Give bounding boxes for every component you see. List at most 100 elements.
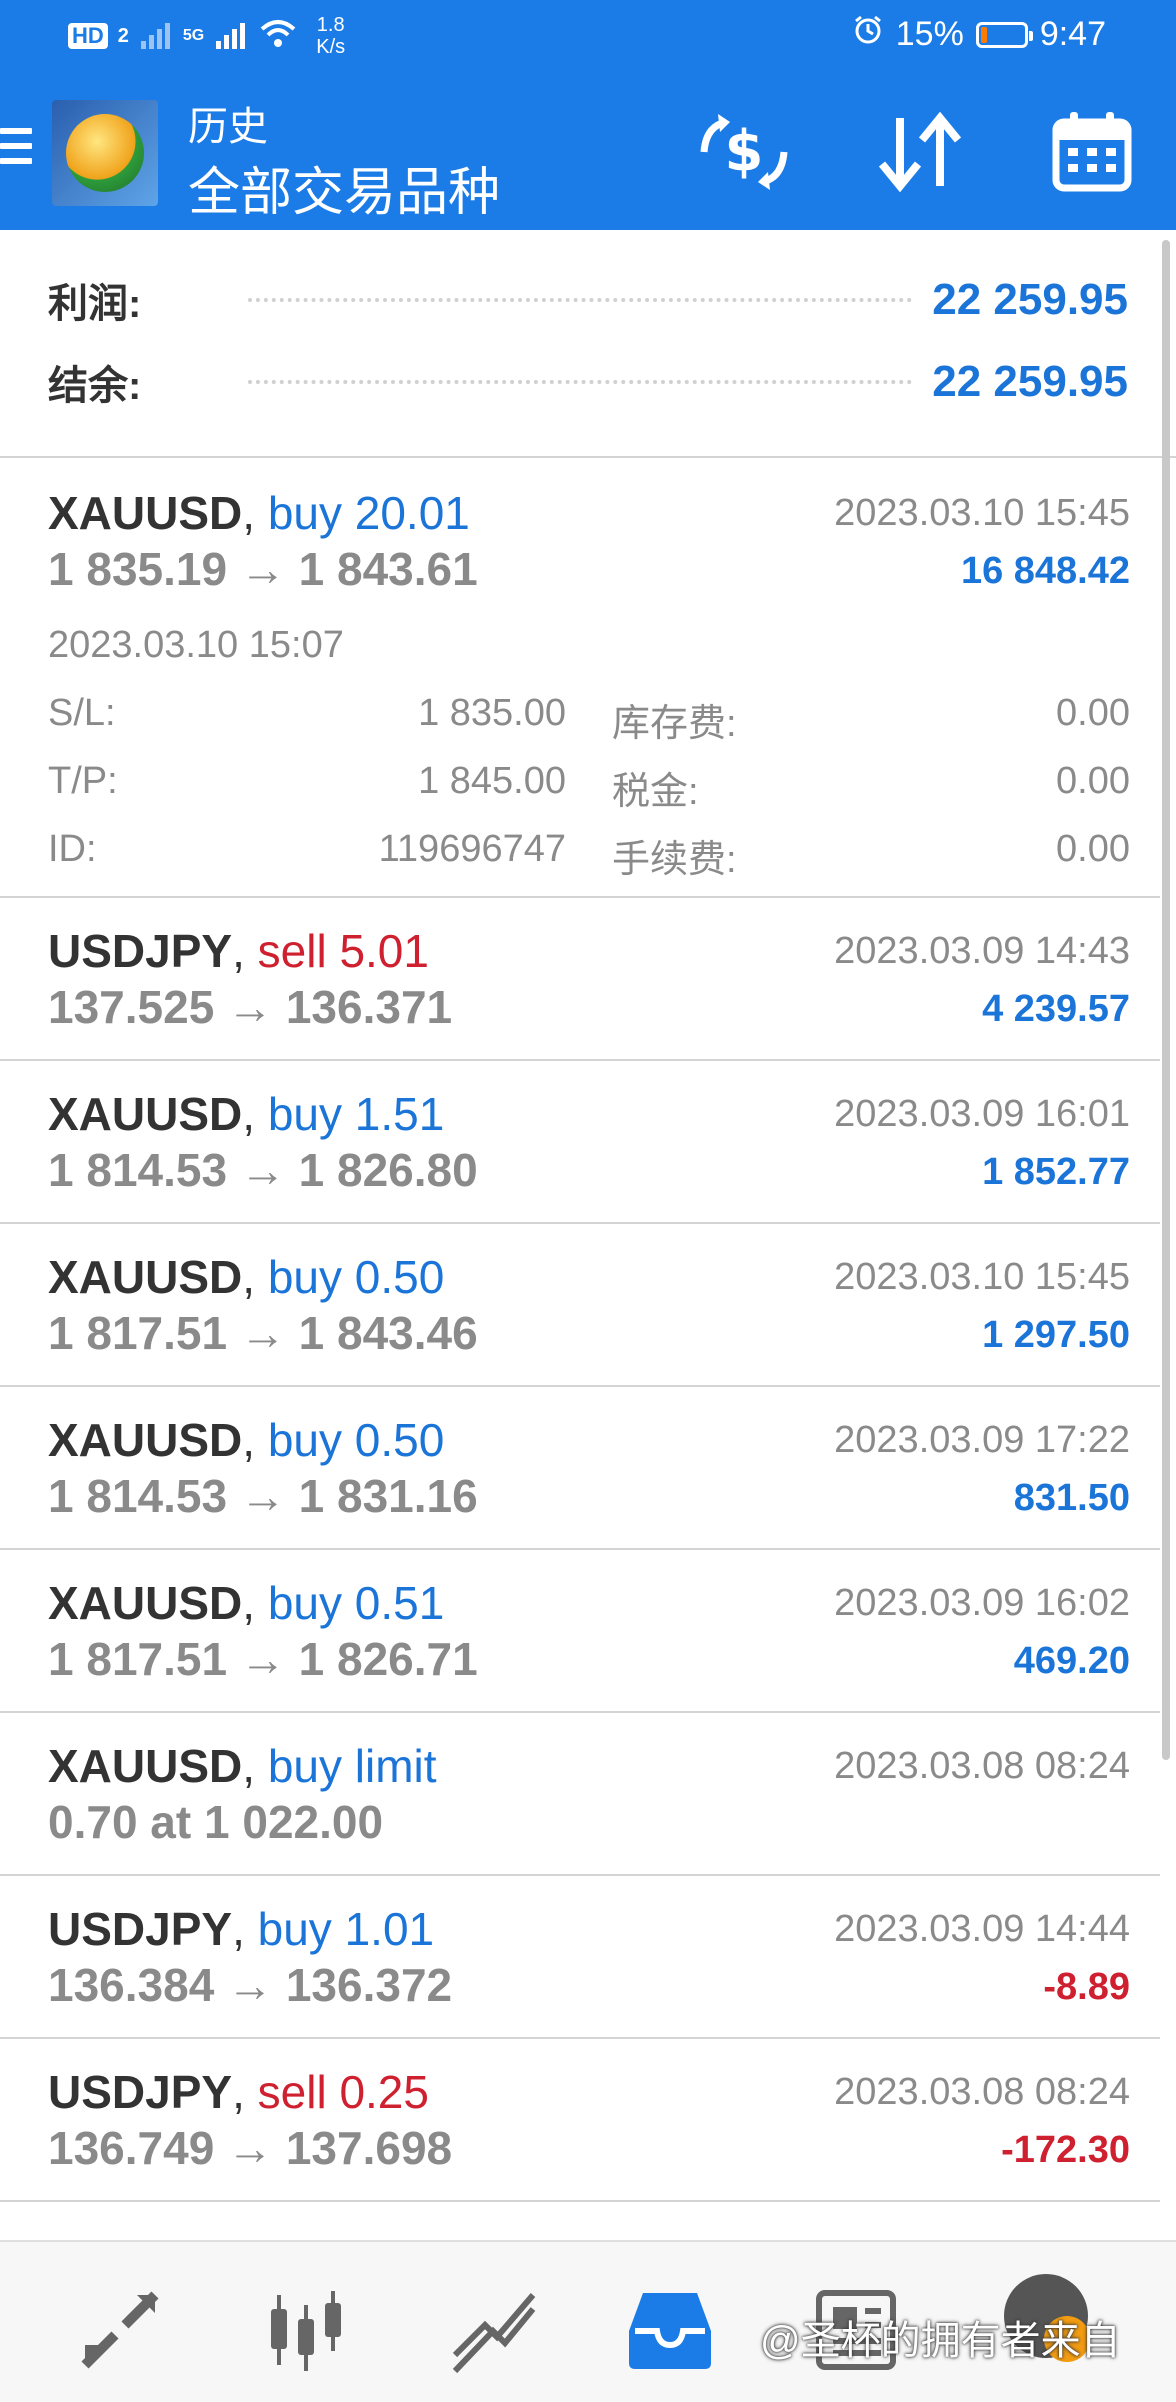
trade-row[interactable]: USDJPY, sell 5.01 137.525 → 136.371 2023.0… — [0, 896, 1160, 1061]
trade-symbol: XAUUSD — [48, 1740, 243, 1792]
dollar-exchange-icon[interactable]: $ — [696, 104, 792, 200]
trade-symbol: USDJPY — [48, 925, 233, 977]
trade-close-time: 2023.03.09 14:44 — [834, 1908, 1130, 1950]
trade-close-time: 2023.03.10 15:45 — [834, 1256, 1130, 1298]
trade-row[interactable]: XAUUSD, buy 0.50 1 817.51 → 1 843.46 2023.… — [0, 1222, 1160, 1387]
profit-row: 利润: 22 259.95 — [48, 270, 1128, 330]
metatrader-logo — [52, 100, 158, 206]
trade-symbol: XAUUSD — [48, 487, 243, 539]
trade-profit: 1 852.77 — [982, 1151, 1130, 1193]
separator: , — [242, 1088, 268, 1140]
separator: , — [242, 1251, 268, 1303]
trade-title: XAUUSD, buy 0.50 — [48, 1413, 444, 1467]
tax-value: 0.00 — [1056, 760, 1130, 802]
trade-prices: 1 814.53 → 1 831.16 — [48, 1470, 478, 1522]
scrollbar[interactable] — [1162, 240, 1170, 1760]
trade-symbol: XAUUSD — [48, 1577, 243, 1629]
balance-value: 22 259.95 — [932, 357, 1128, 406]
chart-icon[interactable] — [258, 2282, 354, 2378]
trade-profit: -8.89 — [1043, 1966, 1130, 2008]
trade-profit: 16 848.42 — [960, 550, 1130, 592]
trade-profit: 831.50 — [1013, 1477, 1130, 1519]
trade-symbol: XAUUSD — [48, 1251, 243, 1303]
trade-row[interactable]: XAUUSD, buy 0.50 1 814.53 → 1 831.16 2023.… — [0, 1385, 1160, 1550]
trade-symbol: USDJPY — [48, 2066, 233, 2118]
trade-title: USDJPY, sell 5.01 — [48, 924, 429, 978]
trade-row-partial[interactable] — [48, 2226, 448, 2240]
trade-row[interactable]: USDJPY, sell 0.25 136.749 → 137.698 2023.0… — [0, 2037, 1160, 2202]
hamburger-menu-icon[interactable] — [0, 128, 32, 173]
battery-icon — [975, 21, 1033, 48]
trade-prices: 1 817.51 → 1 843.46 — [48, 1307, 478, 1359]
trade-close-time: 2023.03.09 16:02 — [834, 1582, 1130, 1624]
trade-symbol: USDJPY — [48, 1903, 233, 1955]
battery-fill — [980, 26, 987, 43]
trade-title: USDJPY, buy 1.01 — [48, 1902, 434, 1956]
trade-row[interactable]: XAUUSD, buy 0.51 1 817.51 → 1 826.71 2023.… — [0, 1548, 1160, 1713]
trade-close-time: 2023.03.08 08:24 — [834, 2071, 1130, 2113]
trade-row[interactable]: XAUUSD, buy 1.51 1 814.53 → 1 826.80 2023.… — [0, 1059, 1160, 1224]
trade-icon[interactable] — [446, 2282, 542, 2378]
id-value: 119696747 — [378, 828, 566, 870]
separator: , — [232, 2066, 258, 2118]
battery-percent: 15% — [895, 15, 964, 53]
trade-row[interactable]: XAUUSD, buy limit 0.70 at 1 022.00 2023.03… — [0, 1711, 1160, 1876]
swap-value: 0.00 — [1056, 692, 1130, 734]
trade-profit: -172.30 — [1001, 2129, 1130, 2171]
history-icon[interactable] — [622, 2282, 718, 2378]
calendar-icon[interactable] — [1044, 104, 1140, 200]
sl-label: S/L: — [48, 692, 116, 734]
trade-title: XAUUSD, buy 1.51 — [48, 1087, 444, 1141]
sort-icon[interactable] — [872, 104, 968, 200]
swap-label: 库存费: — [612, 703, 737, 745]
network-type: 5G — [182, 27, 205, 44]
hd-badge: HD — [68, 23, 108, 49]
trade-profit: 4 239.57 — [982, 988, 1130, 1030]
trade-prices: 136.384 → 136.372 — [48, 1959, 453, 2011]
trade-symbol: XAUUSD — [48, 1414, 243, 1466]
trade-row[interactable]: XAUUSD, buy 20.01 1 835.19 → 1 843.61 2023… — [0, 458, 1160, 898]
balance-label: 结余: — [48, 364, 142, 408]
trade-title: XAUUSD, buy 0.51 — [48, 1576, 444, 1630]
trade-side: buy 1.01 — [257, 1903, 435, 1955]
dotted-leader — [248, 298, 913, 302]
separator: , — [242, 1414, 268, 1466]
quotes-icon[interactable] — [72, 2282, 168, 2378]
speed-unit: K/s — [316, 36, 346, 58]
page-subtitle: 历史 — [188, 105, 268, 149]
speed-value: 1.8 — [316, 14, 345, 36]
page-title[interactable]: 全部交易品种 — [188, 150, 500, 225]
trade-title: XAUUSD, buy 20.01 — [48, 486, 470, 540]
wifi-icon — [258, 19, 298, 54]
trade-prices: 1 817.51 → 1 826.71 — [48, 1633, 478, 1685]
trade-side: buy 20.01 — [267, 487, 470, 539]
tp-label: T/P: — [48, 760, 118, 802]
trade-title: USDJPY, sell 0.25 — [48, 2065, 429, 2119]
trade-row[interactable]: USDJPY, buy 1.01 136.384 → 136.372 2023.03… — [0, 1874, 1160, 2039]
signal-icon — [139, 19, 173, 54]
network-speed: 1.8 K/s — [316, 14, 345, 58]
trade-prices: 0.70 at 1 022.00 — [48, 1796, 384, 1848]
trade-side: buy 0.50 — [267, 1251, 445, 1303]
trade-close-time: 2023.03.08 08:24 — [834, 1745, 1130, 1787]
signal-icon-2 — [214, 19, 248, 54]
trade-profit: 469.20 — [1013, 1640, 1130, 1682]
profit-value: 22 259.95 — [932, 275, 1128, 324]
trade-close-time: 2023.03.09 16:01 — [834, 1093, 1130, 1135]
trade-profit: 1 297.50 — [982, 1314, 1130, 1356]
separator: , — [232, 1903, 258, 1955]
trade-prices: 1 835.19 → 1 843.61 — [48, 543, 478, 595]
trade-prices: 136.749 → 137.698 — [48, 2122, 453, 2174]
tax-label: 税金: — [612, 771, 699, 813]
app-bar: 历史 全部交易品种 $ — [0, 76, 1176, 230]
svg-text:$: $ — [725, 119, 764, 184]
trade-title: XAUUSD, buy 0.50 — [48, 1250, 444, 1304]
trade-close-time: 2023.03.09 17:22 — [834, 1419, 1130, 1461]
profit-label: 利润: — [48, 282, 142, 326]
fee-label: 手续费: — [612, 839, 737, 881]
trade-close-time: 2023.03.10 15:45 — [834, 492, 1130, 534]
status-bar-right: 15% 9:47 — [852, 14, 1106, 55]
trade-prices: 1 814.53 → 1 826.80 — [48, 1144, 478, 1196]
separator: , — [242, 487, 268, 539]
status-bar-left: HD 2 5G 1.8 K/s — [68, 14, 345, 58]
